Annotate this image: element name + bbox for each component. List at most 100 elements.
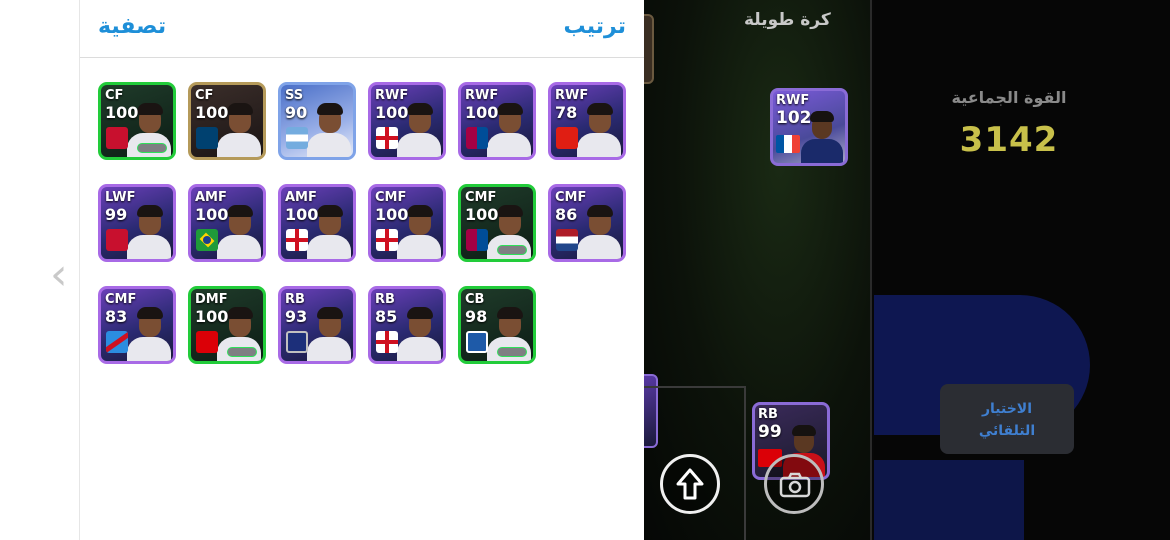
- club-ata-icon: [466, 331, 488, 353]
- player-portrait: [127, 201, 171, 259]
- player-position: CMF: [105, 292, 137, 307]
- player-filter-panel: تصفية ترتيب CF 100 CF 100 SS 90 RWF 100 RWF 100 RW…: [80, 0, 644, 540]
- player-card[interactable]: CF 100: [98, 82, 176, 160]
- pitch-player-card-rwf[interactable]: RWF 102: [770, 88, 848, 166]
- player-rating: 100: [465, 205, 499, 224]
- flag-ned-icon: [556, 229, 578, 251]
- flag-eng-icon: [376, 229, 398, 251]
- player-card[interactable]: CB 98: [458, 286, 536, 364]
- club-psg-icon: [196, 127, 218, 149]
- player-position: CF: [195, 88, 214, 103]
- player-card[interactable]: DMF 100: [188, 286, 266, 364]
- team-playstyle-title[interactable]: كرة طويلة: [744, 10, 831, 30]
- player-card[interactable]: CF 100: [188, 82, 266, 160]
- flag-cod-icon: [106, 331, 128, 353]
- player-position: RWF: [555, 88, 589, 103]
- camera-icon: [779, 472, 811, 498]
- player-card[interactable]: RWF 100: [368, 82, 446, 160]
- player-rating: 85: [375, 307, 398, 326]
- player-card-grid: CF 100 CF 100 SS 90 RWF 100 RWF 100 RWF 78 LWF 99 AMF 1…: [98, 82, 628, 364]
- auto-select-button[interactable]: الاختيار التلقائي: [940, 384, 1074, 454]
- player-rating: 98: [465, 307, 488, 326]
- player-rating: 100: [465, 103, 499, 122]
- pitch-line: [744, 386, 746, 540]
- auto-select-label-line1: الاختيار: [981, 401, 1033, 417]
- player-card[interactable]: AMF 100: [188, 184, 266, 262]
- player-position: RWF: [375, 88, 409, 103]
- player-card[interactable]: RB 85: [368, 286, 446, 364]
- player-rating: 100: [195, 205, 229, 224]
- player-card[interactable]: CMF 86: [548, 184, 626, 262]
- player-card[interactable]: RWF 100: [458, 82, 536, 160]
- club-ars-icon: [196, 331, 218, 353]
- player-card[interactable]: CMF 83: [98, 286, 176, 364]
- player-position: SS: [285, 88, 304, 103]
- flag-arg-icon: [286, 127, 308, 149]
- panel-header: تصفية ترتيب: [80, 0, 644, 58]
- pitch-line: [644, 386, 746, 388]
- player-portrait: [397, 303, 441, 361]
- team-strength-label: القوة الجماعية: [951, 88, 1067, 107]
- player-position: DMF: [195, 292, 228, 307]
- club-zwe-icon: [286, 331, 308, 353]
- screen: ‹ تصفية ترتيب CF 100 CF 100 SS 90 RWF 100 RWF 100…: [0, 0, 1170, 540]
- player-position: RB: [375, 292, 395, 307]
- player-position: RWF: [465, 88, 499, 103]
- player-rating: 102: [776, 108, 812, 128]
- screenshot-button[interactable]: [764, 454, 824, 514]
- player-rating: 100: [375, 103, 409, 122]
- flag-bra-icon: [196, 229, 218, 251]
- player-rating: 83: [105, 307, 128, 326]
- team-info-area: القوة الجماعية 3142 الاختيار التلقائي: [874, 0, 1170, 540]
- flag-eng-icon: [376, 331, 398, 353]
- pitch: كرة طويلة RWF 102 RB 99: [644, 0, 872, 540]
- player-rating: 100: [195, 103, 229, 122]
- player-portrait: [127, 303, 171, 361]
- club-fcb-icon: [466, 127, 488, 149]
- upload-button[interactable]: [660, 454, 720, 514]
- booster-indicator-icon: [227, 347, 257, 357]
- player-position: AMF: [195, 190, 227, 205]
- club-fcb-icon: [466, 229, 488, 251]
- player-rating: 99: [758, 422, 782, 442]
- player-card[interactable]: LWF 99: [98, 184, 176, 262]
- player-position: RB: [285, 292, 305, 307]
- background-shape: [874, 460, 1024, 540]
- player-position: LWF: [105, 190, 136, 205]
- player-card[interactable]: CMF 100: [368, 184, 446, 262]
- player-card[interactable]: CMF 100: [458, 184, 536, 262]
- france-flag-icon: [776, 135, 800, 153]
- flag-eng-icon: [286, 229, 308, 251]
- player-card[interactable]: RB 93: [278, 286, 356, 364]
- partial-player-card[interactable]: [644, 14, 654, 84]
- player-portrait: [577, 201, 621, 259]
- player-rating: 100: [105, 103, 139, 122]
- player-position: RB: [758, 407, 778, 422]
- club-acm-icon: [106, 229, 128, 251]
- auto-select-label-line2: التلقائي: [978, 423, 1036, 439]
- club-losc-icon: [556, 127, 578, 149]
- player-rating: 90: [285, 103, 308, 122]
- chevron-left-icon[interactable]: ‹: [50, 250, 74, 300]
- player-position: CMF: [375, 190, 407, 205]
- player-card[interactable]: RWF 78: [548, 82, 626, 160]
- club-acm-icon: [106, 127, 128, 149]
- sort-button[interactable]: ترتيب: [564, 14, 626, 39]
- player-card[interactable]: SS 90: [278, 82, 356, 160]
- player-portrait: [307, 99, 351, 157]
- squad-view: كرة طويلة RWF 102 RB 99 القوة الجماعية 3…: [644, 0, 1170, 540]
- arrow-up-icon: [676, 468, 704, 500]
- player-position: AMF: [285, 190, 317, 205]
- player-rating: 100: [285, 205, 319, 224]
- filter-button[interactable]: تصفية: [98, 14, 166, 39]
- player-rating: 78: [555, 103, 578, 122]
- player-card[interactable]: AMF 100: [278, 184, 356, 262]
- player-position: CMF: [555, 190, 587, 205]
- booster-indicator-icon: [497, 245, 527, 255]
- player-position: CB: [465, 292, 485, 307]
- player-position: CF: [105, 88, 124, 103]
- team-strength-value: 3142: [959, 120, 1059, 160]
- player-portrait: [307, 303, 351, 361]
- flag-eng-icon: [376, 127, 398, 149]
- player-position: RWF: [776, 93, 810, 108]
